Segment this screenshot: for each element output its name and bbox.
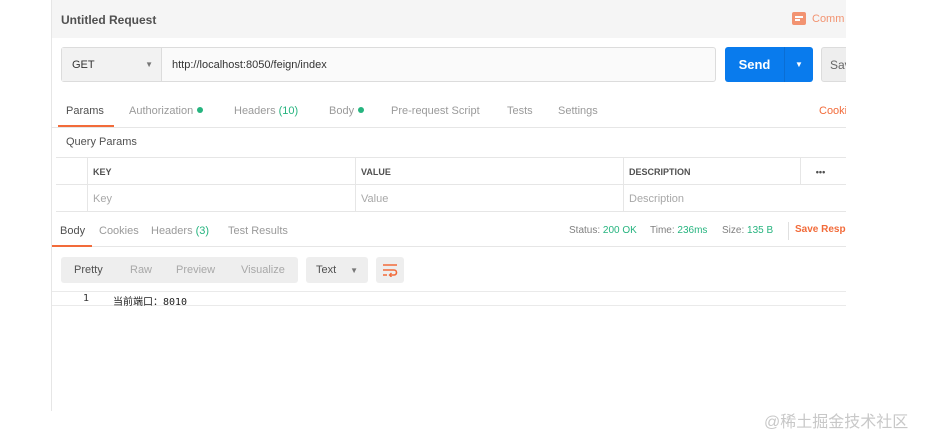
view-preview[interactable]: Preview	[176, 264, 215, 276]
tab-response-cookies[interactable]: Cookies	[99, 225, 139, 237]
query-params-table: KEY VALUE DESCRIPTION ••• Key Value Desc…	[56, 157, 846, 212]
tab-response-body[interactable]: Body	[60, 225, 85, 237]
send-label: Send	[725, 47, 785, 82]
chevron-down-icon: ▼	[145, 60, 153, 69]
status-value: 200 OK	[602, 225, 637, 236]
status-info: Status: 200 OK	[569, 225, 637, 236]
tab-body[interactable]: Body	[329, 105, 365, 117]
tab-response-headers[interactable]: Headers (3)	[151, 225, 209, 237]
column-header-value: VALUE	[355, 158, 623, 185]
request-title[interactable]: Untitled Request	[61, 13, 156, 27]
tab-authorization[interactable]: Authorization	[129, 105, 204, 117]
response-body-text[interactable]: 当前端口：8010	[113, 293, 187, 308]
save-button[interactable]: Sav	[821, 47, 846, 82]
more-options-icon[interactable]: •••	[800, 158, 840, 185]
active-tab-underline	[58, 125, 114, 127]
request-title-bar: Untitled Request Comm	[52, 0, 846, 38]
size-value: 135 B	[747, 225, 774, 236]
url-bar: GET ▼ http://localhost:8050/feign/index	[61, 47, 716, 82]
comments-label: Comm	[812, 12, 845, 25]
time-value: 236ms	[677, 225, 708, 236]
request-tabs: Params Authorization Headers (10) Body P…	[52, 97, 846, 128]
wrap-lines-button[interactable]	[376, 257, 404, 283]
tab-params[interactable]: Params	[66, 105, 104, 117]
url-input[interactable]: http://localhost:8050/feign/index	[162, 48, 327, 81]
description-input[interactable]: Description	[623, 185, 846, 212]
response-tabs: Body Cookies Headers (3) Test Results St…	[52, 218, 846, 247]
send-button[interactable]: Send ▼	[725, 47, 813, 82]
comments-button[interactable]: Comm	[792, 12, 844, 25]
format-select[interactable]: Text ▼	[306, 257, 368, 283]
tab-headers[interactable]: Headers (10)	[234, 105, 298, 117]
table-row: Key Value Description	[56, 185, 846, 212]
chevron-down-icon: ▼	[350, 265, 358, 275]
status-dot	[197, 107, 204, 113]
tab-test-results[interactable]: Test Results	[228, 225, 288, 237]
view-raw[interactable]: Raw	[130, 264, 152, 276]
time-info: Time: 236ms	[650, 225, 708, 236]
value-input[interactable]: Value	[355, 185, 623, 212]
send-options-chevron-icon[interactable]: ▼	[785, 47, 813, 82]
query-params-label: Query Params	[66, 136, 137, 148]
status-dot	[358, 107, 365, 113]
key-input[interactable]: Key	[87, 185, 355, 212]
format-value: Text	[316, 264, 337, 276]
cookies-link[interactable]: Cooki	[819, 105, 846, 117]
wrap-icon	[383, 264, 398, 277]
divider	[788, 222, 789, 240]
tab-pre-request-script[interactable]: Pre-request Script	[391, 105, 480, 117]
watermark: @稀土掘金技术社区	[764, 414, 909, 431]
column-header-description: DESCRIPTION	[623, 158, 800, 185]
method-select[interactable]: GET ▼	[62, 48, 162, 81]
size-info: Size: 135 B	[722, 225, 774, 236]
tab-settings[interactable]: Settings	[558, 105, 598, 117]
active-tab-underline	[52, 245, 92, 247]
table-header-row: KEY VALUE DESCRIPTION •••	[56, 158, 846, 185]
save-response-button[interactable]: Save Resp	[795, 224, 846, 235]
line-number: 1	[83, 293, 90, 304]
view-visualize[interactable]: Visualize	[241, 264, 285, 276]
view-pretty[interactable]: Pretty	[74, 264, 103, 276]
view-mode-group: Pretty Raw Preview Visualize	[61, 257, 298, 283]
request-panel: Untitled Request Comm GET ▼ http://local…	[51, 0, 846, 411]
method-value: GET	[72, 58, 95, 71]
response-body-line: 1 当前端口：8010	[52, 291, 846, 308]
column-header-key: KEY	[87, 158, 355, 185]
tab-tests[interactable]: Tests	[507, 105, 533, 117]
comment-icon	[792, 12, 806, 25]
